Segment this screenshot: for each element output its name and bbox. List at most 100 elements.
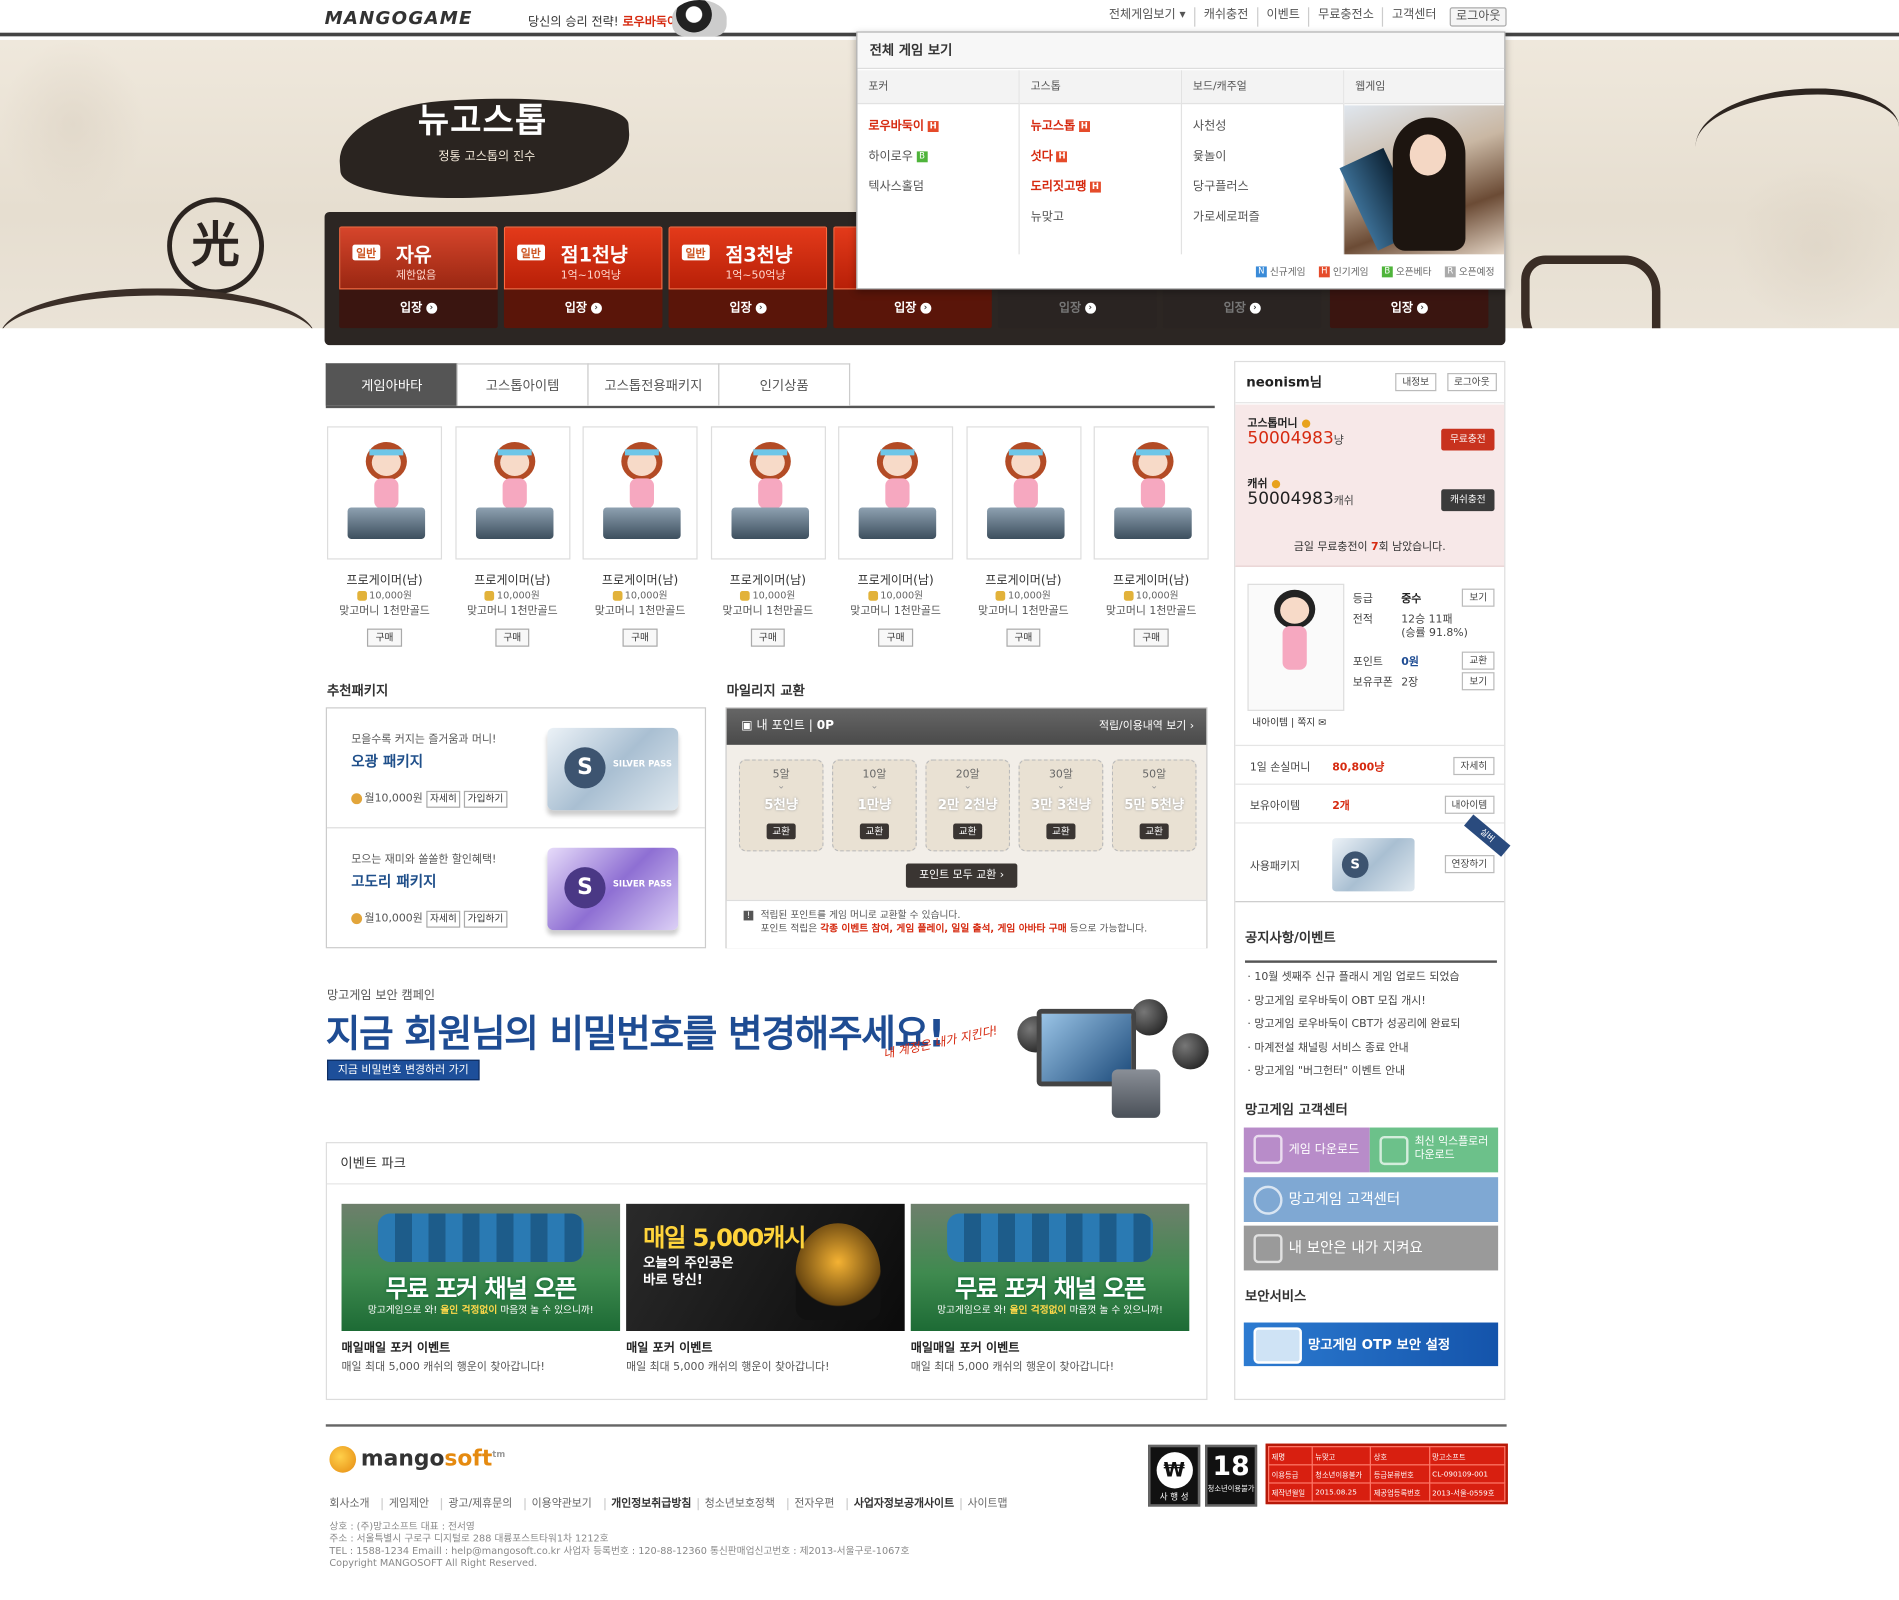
room-card[interactable]: 일반 점1천냥 1억~10억냥 입장 › — [503, 226, 663, 329]
enter-button[interactable]: 입장 › — [997, 289, 1157, 329]
customer-center-button[interactable]: 망고게임 고객센터 — [1243, 1177, 1499, 1222]
event-card[interactable]: 매일 5,000캐시 오늘의 주인공은 바로 당신! 매일 포커 이벤트 매일 최대 5… — [626, 1203, 905, 1373]
game-link[interactable]: 윷놀이 — [1193, 142, 1343, 172]
loss-detail-button[interactable]: 자세히 — [1453, 756, 1495, 776]
notice-item[interactable]: · 마계전설 채널링 서비스 종료 안내 — [1245, 1037, 1497, 1061]
grade-view-button[interactable]: 보기 — [1462, 588, 1495, 607]
package-name[interactable]: 오광 패키지 — [351, 751, 423, 772]
tab-gostop-package[interactable]: 고스톱전용패키지 — [587, 363, 720, 406]
event-banner[interactable]: 무료 포커 채널 오픈 망고게임으로 와! 올인 걱정없이 마음껏 놀 수 있으니… — [341, 1203, 621, 1331]
exchange-button[interactable]: 교환 — [952, 823, 983, 840]
nav-cash-charge[interactable]: 캐쉬충전 — [1194, 7, 1257, 27]
event-title[interactable]: 매일매일 포커 이벤트 — [342, 1337, 621, 1355]
game-link[interactable]: 가로세로퍼즐 — [1193, 202, 1343, 232]
buy-button[interactable]: 구매 — [750, 628, 786, 647]
footer-link[interactable]: 사업자정보공개사이트 — [846, 1498, 961, 1511]
buy-button[interactable]: 구매 — [622, 628, 658, 647]
enter-button[interactable]: 입장 › — [833, 289, 992, 329]
avatar-thumbnail[interactable] — [838, 426, 954, 560]
nav-event[interactable]: 이벤트 — [1256, 7, 1309, 27]
event-title[interactable]: 매일 포커 이벤트 — [626, 1337, 905, 1355]
buy-button[interactable]: 구매 — [494, 628, 530, 647]
enter-button[interactable]: 입장 › — [503, 289, 663, 329]
coupon-view-button[interactable]: 보기 — [1462, 672, 1495, 691]
my-item-link[interactable]: 내아이템 — [1252, 717, 1288, 728]
exchange-button[interactable]: 교환 — [1139, 823, 1170, 840]
security-guide-button[interactable]: 내 보안은 내가 지켜요 — [1243, 1225, 1499, 1271]
event-card[interactable]: 무료 포커 채널 오픈 망고게임으로 와! 올인 걱정없이 마음껏 놀 수 있으니… — [910, 1203, 1190, 1373]
game-link[interactable]: 당구플러스 — [1193, 172, 1343, 202]
mangosoft-logo[interactable]: mangosofttm — [329, 1446, 505, 1473]
avatar-card[interactable]: 프로게이머(남) 10,000원 맞고머니 1천만골드 구매 — [1093, 426, 1209, 650]
slogan[interactable]: 당신의 승리 전략! 로우바둑이 — [528, 11, 678, 29]
avatar-thumbnail[interactable] — [965, 426, 1081, 560]
tab-gostop-item[interactable]: 고스톱아이템 — [456, 363, 589, 406]
avatar-card[interactable]: 프로게이머(남) 10,000원 맞고머니 1천만골드 구매 — [454, 426, 570, 650]
game-link[interactable]: 뉴맞고 — [1031, 202, 1181, 232]
tab-popular[interactable]: 인기상품 — [718, 363, 851, 406]
footer-link[interactable]: 전자우편 — [787, 1498, 847, 1511]
game-link[interactable]: 도리짓고땡 H — [1031, 172, 1181, 202]
my-items-button[interactable]: 내아이템 — [1444, 795, 1495, 814]
event-banner[interactable]: 무료 포커 채널 오픈 망고게임으로 와! 올인 걱정없이 마음껏 놀 수 있으니… — [910, 1203, 1190, 1331]
event-banner[interactable]: 매일 5,000캐시 오늘의 주인공은 바로 당신! — [626, 1203, 905, 1331]
detail-button[interactable]: 자세히 — [426, 790, 461, 808]
footer-link[interactable]: 청소년보호정책 — [697, 1498, 788, 1511]
notice-item[interactable]: · 망고게임 "버그헌터" 이벤트 안내 — [1245, 1061, 1497, 1085]
my-info-button[interactable]: 내정보 — [1395, 373, 1437, 392]
avatar-thumbnail[interactable] — [1093, 426, 1209, 560]
exchange-button[interactable]: 교환 — [766, 823, 797, 840]
avatar-thumbnail[interactable] — [326, 426, 443, 560]
point-exchange-button[interactable]: 교환 — [1462, 651, 1495, 670]
nav-customer-center[interactable]: 고객센터 — [1382, 7, 1445, 27]
slogan-game[interactable]: 로우바둑이 — [622, 16, 678, 29]
footer-link[interactable]: 회사소개 — [329, 1498, 381, 1510]
join-button[interactable]: 가입하기 — [464, 790, 507, 808]
package-name[interactable]: 고도리 패키지 — [351, 871, 436, 892]
footer-link[interactable]: 이용약관보기 — [524, 1498, 604, 1511]
extend-button[interactable]: 연장하기 — [1444, 855, 1495, 874]
event-title[interactable]: 매일매일 포커 이벤트 — [911, 1337, 1190, 1355]
room-card[interactable]: 일반 점3천냥 1억~50억냥 입장 › — [668, 226, 828, 329]
buy-button[interactable]: 구매 — [1133, 628, 1169, 647]
nav-all-games[interactable]: 전체게임보기 ▾ — [1100, 7, 1194, 26]
free-charge-button[interactable]: 무료충전 — [1441, 428, 1495, 451]
footer-link[interactable]: 게임제안 — [381, 1498, 442, 1511]
enter-button[interactable]: 입장 › — [668, 289, 828, 329]
explorer-download-button[interactable]: 최신 익스플로러 다운로드 — [1369, 1127, 1499, 1173]
logout-button[interactable]: 로그아웃 — [1449, 7, 1507, 27]
footer-link[interactable]: 개인정보취급방침 — [603, 1498, 698, 1511]
game-link[interactable]: 로우바둑이 H — [868, 111, 1018, 141]
avatar-thumbnail[interactable] — [454, 426, 570, 560]
notice-item[interactable]: · 망고게임 로우바둑이 OBT 모집 개시! — [1245, 990, 1497, 1014]
exchange-all-button[interactable]: 포인트 모두 교환 › — [905, 863, 1018, 888]
enter-button[interactable]: 입장 › — [339, 289, 498, 329]
game-link[interactable]: 섯다 H — [1031, 142, 1181, 172]
game-link[interactable]: 사천성 — [1193, 111, 1343, 141]
avatar-card[interactable]: 프로게이머(남) 10,000원 맞고머니 1천만골드 구매 — [965, 426, 1081, 650]
game-link[interactable]: 하이로우 B — [868, 142, 1018, 172]
footer-link[interactable]: 광고/제휴문의 — [441, 1498, 525, 1511]
otp-setting-button[interactable]: 망고게임 OTP 보안 설정 — [1243, 1322, 1499, 1367]
game-link[interactable]: 텍사스홀덤 — [868, 172, 1018, 202]
nav-free-charge[interactable]: 무료충전소 — [1308, 7, 1382, 27]
notice-item[interactable]: · 10월 셋째주 신규 플래시 게임 업로드 되었습 — [1245, 966, 1497, 990]
enter-button[interactable]: 입장 › — [1162, 289, 1322, 329]
buy-button[interactable]: 구매 — [367, 628, 402, 647]
tab-avatar[interactable]: 게임아바타 — [325, 363, 458, 406]
site-logo[interactable]: MANGOGAME — [325, 7, 473, 29]
exchange-button[interactable]: 교환 — [859, 823, 890, 840]
avatar-card[interactable]: 프로게이머(남) 10,000원 맞고머니 1천만골드 구매 — [710, 426, 826, 650]
buy-button[interactable]: 구매 — [1005, 628, 1041, 647]
event-card[interactable]: 무료 포커 채널 오픈 망고게임으로 와! 올인 걱정없이 마음껏 놀 수 있으니… — [341, 1203, 621, 1373]
user-avatar-box[interactable] — [1247, 583, 1345, 711]
footer-link[interactable]: 사이트맵 — [960, 1498, 1020, 1511]
memo-link[interactable]: 쪽지 — [1297, 717, 1315, 728]
avatar-card[interactable]: 프로게이머(남) 10,000원 맞고머니 1천만골드 구매 — [326, 426, 443, 650]
game-download-button[interactable]: 게임 다운로드 — [1243, 1127, 1370, 1173]
notice-item[interactable]: · 망고게임 로우바둑이 CBT가 성공리에 완료되 — [1245, 1014, 1497, 1038]
cash-charge-button[interactable]: 캐쉬충전 — [1441, 489, 1495, 512]
logout-button[interactable]: 로그아웃 — [1446, 373, 1497, 392]
join-button[interactable]: 가입하기 — [464, 910, 507, 928]
game-link[interactable]: 뉴고스톱 H — [1031, 111, 1181, 141]
